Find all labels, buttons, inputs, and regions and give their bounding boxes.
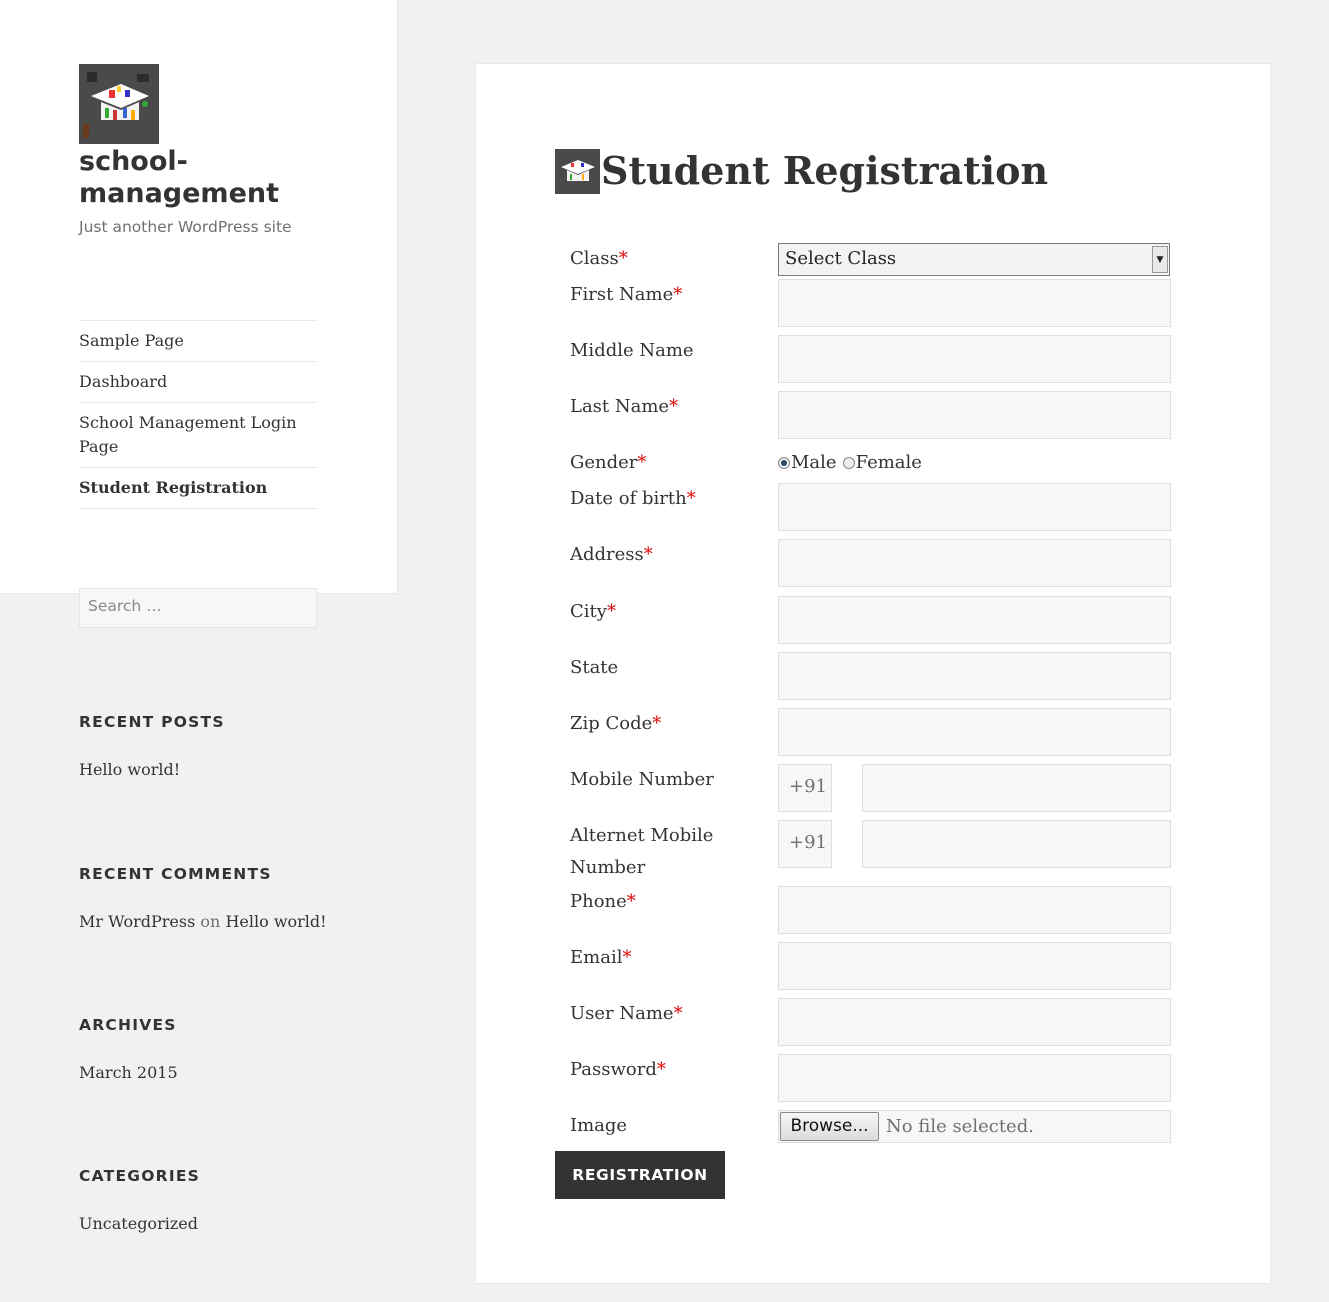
class-label: Class* (570, 248, 628, 269)
required-mark: * (618, 248, 628, 269)
nav-item-login-page[interactable]: School Management Login Page (79, 403, 317, 468)
alt-mobile-country-code[interactable]: +91 (778, 820, 832, 868)
gender-male-radio[interactable] (778, 457, 790, 469)
class-select[interactable]: Select Class ▼ (778, 243, 1170, 276)
page-header: Student Registration (555, 146, 1048, 196)
username-input[interactable] (778, 998, 1171, 1046)
required-mark: * (652, 713, 662, 734)
last-name-label: Last Name* (570, 396, 679, 417)
gender-female-radio[interactable] (842, 457, 855, 469)
nav-item-student-registration[interactable]: Student Registration (79, 468, 317, 509)
mobile-input[interactable] (862, 764, 1171, 812)
zip-label: Zip Code* (570, 713, 662, 734)
dob-label: Date of birth* (570, 488, 696, 509)
nav-item-sample-page[interactable]: Sample Page (79, 321, 317, 362)
archive-link[interactable]: March 2015 (79, 1063, 178, 1082)
required-mark: * (637, 452, 647, 473)
recent-post-link[interactable]: Hello world! (79, 760, 180, 779)
required-mark: * (643, 544, 653, 565)
phone-input[interactable] (778, 886, 1171, 934)
recent-comment: Mr WordPress on Hello world! (79, 912, 327, 931)
address-label: Address* (570, 544, 653, 565)
mobile-country-code[interactable]: +91 (778, 764, 832, 812)
phone-label: Phone* (570, 891, 636, 912)
site-title[interactable]: school-management (79, 146, 339, 210)
archives-heading: ARCHIVES (79, 1016, 177, 1034)
gender-options: Male Female (778, 447, 922, 479)
categories-heading: CATEGORIES (79, 1167, 201, 1185)
first-name-label: First Name* (570, 284, 683, 305)
image-file-input[interactable]: Browse... No file selected. (778, 1110, 1171, 1143)
page-title: Student Registration (601, 148, 1049, 193)
required-mark: * (626, 891, 636, 912)
mobile-label: Mobile Number (570, 769, 714, 790)
nav-item-dashboard[interactable]: Dashboard (79, 362, 317, 403)
category-link[interactable]: Uncategorized (79, 1214, 198, 1233)
content-panel: Student Registration Class* Select Class… (475, 63, 1271, 1284)
middle-name-label: Middle Name (570, 340, 694, 361)
comment-post-link[interactable]: Hello world! (225, 912, 326, 931)
email-input[interactable] (778, 942, 1171, 990)
required-mark: * (606, 601, 616, 622)
site-logo[interactable] (79, 64, 159, 144)
site-description: Just another WordPress site (79, 218, 292, 236)
city-input[interactable] (778, 596, 1171, 644)
required-mark: * (656, 1059, 666, 1080)
comment-on-text: on (200, 912, 221, 931)
address-input[interactable] (778, 539, 1171, 587)
required-mark: * (669, 396, 679, 417)
alt-mobile-label: Alternet Mobile Number (570, 825, 714, 878)
registration-logo-icon (555, 148, 600, 194)
search-input[interactable]: Search … (79, 588, 317, 628)
image-label: Image (570, 1115, 628, 1136)
recent-comments-heading: RECENT COMMENTS (79, 865, 272, 883)
zip-input[interactable] (778, 708, 1171, 756)
last-name-input[interactable] (778, 391, 1171, 439)
required-mark: * (622, 947, 632, 968)
dob-input[interactable] (778, 483, 1171, 531)
first-name-input[interactable] (778, 279, 1171, 327)
class-select-value: Select Class (785, 248, 897, 269)
alt-mobile-input[interactable] (862, 820, 1171, 868)
gender-label: Gender* (570, 452, 647, 473)
file-status-text: No file selected. (886, 1116, 1034, 1137)
required-mark: * (673, 1003, 683, 1024)
comment-author-link[interactable]: Mr WordPress (79, 912, 195, 931)
email-label: Email* (570, 947, 632, 968)
username-label: User Name* (570, 1003, 683, 1024)
main-navigation: Sample Page Dashboard School Management … (79, 320, 317, 509)
required-mark: * (686, 488, 696, 509)
registration-submit-button[interactable]: Registration (555, 1151, 725, 1199)
gender-male-label[interactable]: Male (791, 447, 837, 479)
middle-name-input[interactable] (778, 335, 1171, 383)
password-label: Password* (570, 1059, 666, 1080)
browse-button[interactable]: Browse... (780, 1112, 879, 1141)
chevron-down-icon[interactable]: ▼ (1152, 246, 1168, 273)
state-label: State (570, 657, 619, 678)
city-label: City* (570, 601, 616, 622)
state-input[interactable] (778, 652, 1171, 700)
gender-female-label[interactable]: Female (856, 447, 922, 479)
recent-posts-heading: RECENT POSTS (79, 713, 225, 731)
password-input[interactable] (778, 1054, 1171, 1102)
required-mark: * (673, 284, 683, 305)
